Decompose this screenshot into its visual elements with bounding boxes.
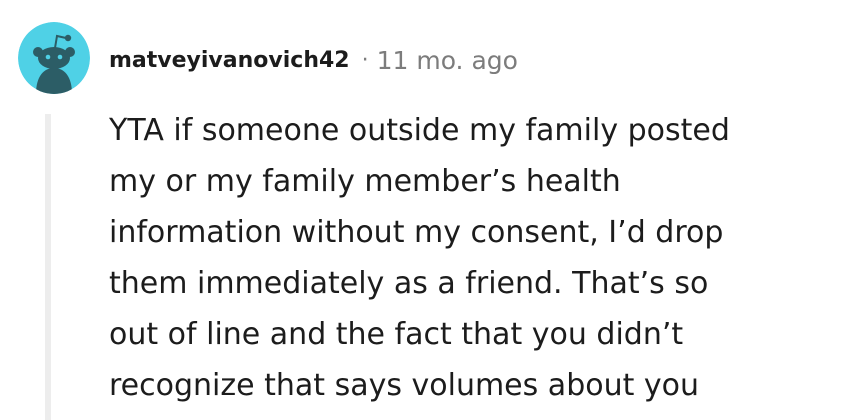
thread-collapse-line[interactable]: [45, 114, 51, 420]
comment-card: matveyivanovich42 · 11 mo. ago YTA if so…: [0, 0, 856, 420]
comment-meta: matveyivanovich42 · 11 mo. ago: [109, 42, 518, 78]
comment-body: YTA if someone outside my family posted …: [109, 113, 730, 403]
snoo-avatar-icon: [18, 22, 90, 94]
comment-author[interactable]: matveyivanovich42: [109, 48, 350, 73]
meta-separator: ·: [361, 47, 369, 73]
comment-timestamp[interactable]: 11 mo. ago: [377, 46, 518, 75]
user-avatar[interactable]: [18, 22, 90, 94]
